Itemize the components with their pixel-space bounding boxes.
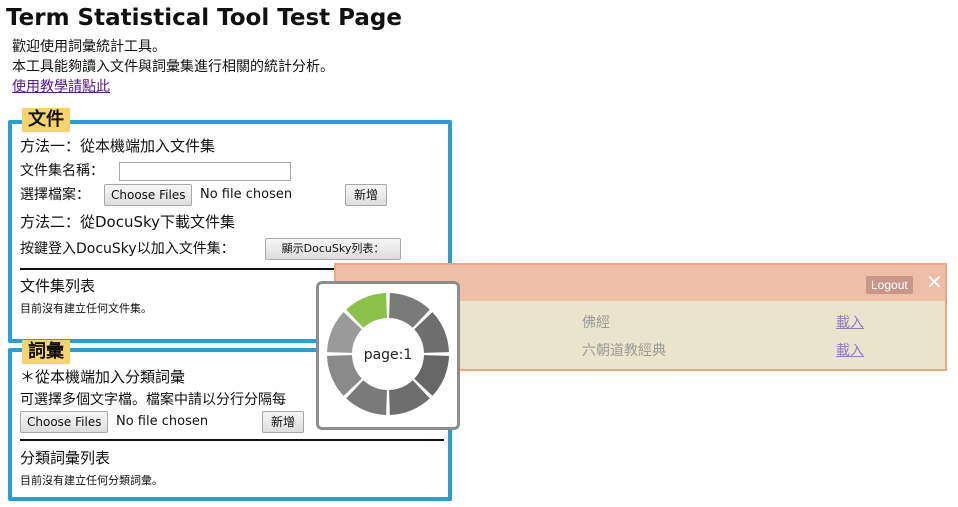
page-counter-text: page:1 bbox=[363, 347, 413, 363]
method2-title: 方法二：從DocuSky下載文件集 bbox=[20, 213, 236, 231]
page-title: Term Statistical Tool Test Page bbox=[6, 5, 402, 31]
no-file-chosen-text: No file chosen bbox=[200, 187, 293, 202]
doc-set-name-input[interactable] bbox=[119, 162, 291, 181]
doc-set-empty-note: 目前沒有建立任何文件集。 bbox=[20, 302, 152, 315]
doc-set-list-title: 文件集列表 bbox=[20, 277, 96, 295]
doc-set-row-name: 六朝道教經典 bbox=[582, 343, 666, 359]
add-vocab-button[interactable]: 新增 bbox=[262, 411, 304, 433]
vocab-method-title: ＊從本機端加入分類詞彙 bbox=[20, 368, 186, 386]
load-link[interactable]: 載入 bbox=[836, 341, 864, 361]
show-docusky-list-button[interactable]: 顯示DocuSky列表： bbox=[265, 238, 401, 260]
intro-text-line1: 歡迎使用詞彙統計工具。 bbox=[12, 39, 166, 55]
intro-text-line2: 本工具能夠讀入文件與詞彙集進行相關的統計分析。 bbox=[12, 59, 334, 75]
logout-button[interactable]: Logout bbox=[866, 276, 913, 294]
loading-indicator: page:1 bbox=[316, 281, 460, 430]
vocab-separator bbox=[20, 439, 444, 441]
load-link[interactable]: 載入 bbox=[836, 313, 864, 333]
documents-panel-tag: 文件 bbox=[22, 108, 70, 132]
add-doc-set-button[interactable]: 新增 bbox=[345, 184, 387, 206]
close-icon[interactable]: ✕ bbox=[926, 271, 943, 293]
vocab-empty-note: 目前沒有建立任何分類詞彙。 bbox=[20, 474, 163, 487]
vocab-hint: 可選擇多個文字檔。檔案中請以分行分隔每 bbox=[20, 392, 286, 408]
vocab-choose-files-button[interactable]: Choose Files bbox=[20, 411, 109, 433]
choose-files-button[interactable]: Choose Files bbox=[104, 184, 193, 206]
tutorial-link[interactable]: 使用教學請點此 bbox=[12, 78, 110, 97]
vocab-list-title: 分類詞彙列表 bbox=[20, 449, 111, 467]
doc-set-name-label: 文件集名稱： bbox=[20, 163, 104, 179]
docusky-login-hint: 按鍵登入DocuSky以加入文件集： bbox=[20, 241, 235, 257]
vocabulary-panel-tag: 詞彙 bbox=[22, 340, 70, 364]
choose-file-label: 選擇檔案： bbox=[20, 187, 90, 203]
vocab-no-file-chosen-text: No file chosen bbox=[116, 414, 209, 429]
doc-set-row-name: 佛經 bbox=[582, 315, 610, 331]
method1-title: 方法一：從本機端加入文件集 bbox=[20, 137, 216, 155]
